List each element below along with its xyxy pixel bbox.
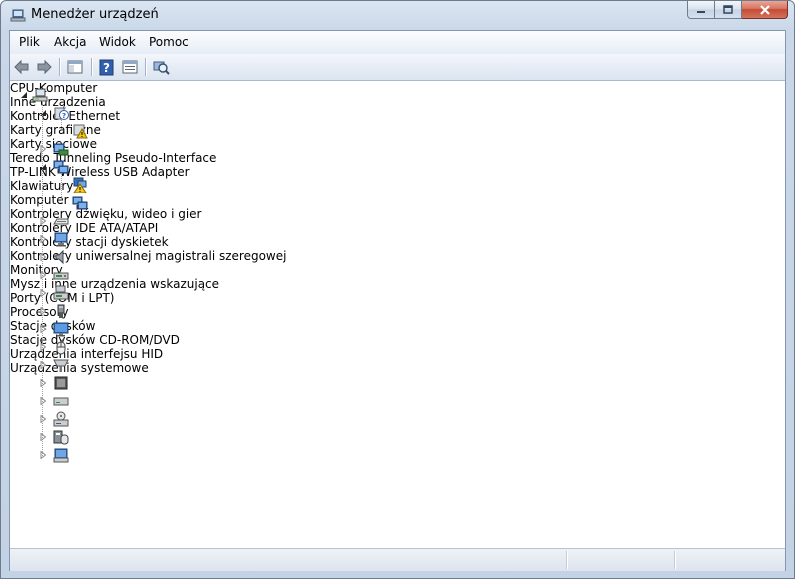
- scan-hardware-icon[interactable]: [152, 58, 170, 76]
- tree-category-node[interactable]: Karty sieciowe: [10, 137, 785, 174]
- device-tree: CPU-Komputer? Inne urządzenia Kontroler Et…: [10, 81, 785, 548]
- tree-device-node[interactable]: Teredo Tunneling Pseudo-Interface: [10, 151, 785, 193]
- tree-category-node[interactable]: Karty graficzne: [10, 123, 785, 156]
- tree-device-node[interactable]: Kontroler Ethernet: [10, 109, 785, 139]
- expand-arrow-icon[interactable]: [39, 343, 47, 351]
- expand-arrow-icon[interactable]: [39, 271, 47, 279]
- keyboard-icon: [53, 218, 69, 225]
- help-icon[interactable]: ?: [98, 58, 116, 76]
- tree-connector-line: [61, 173, 62, 203]
- maximize-icon: [723, 5, 733, 14]
- expand-arrow-icon[interactable]: [39, 235, 47, 243]
- port-icon: [53, 359, 69, 372]
- tree-category-node[interactable]: Kontrolery IDE ATA/ATAPI: [10, 221, 785, 280]
- tree-node-label[interactable]: Kontrolery IDE ATA/ATAPI: [10, 221, 158, 235]
- tree-category-node[interactable]: Porty (COM i LPT): [10, 291, 785, 372]
- mouse-icon: [56, 339, 66, 355]
- root-icon: [32, 88, 48, 102]
- tree-category-node[interactable]: Stacje dysków: [10, 319, 785, 406]
- expand-arrow-icon[interactable]: [39, 307, 47, 315]
- show-hide-console-tree-icon[interactable]: [66, 58, 84, 76]
- tree-node-label[interactable]: TP-LINK Wireless USB Adapter: [10, 165, 190, 179]
- display-adapter-icon: [53, 143, 69, 156]
- device-manager-window: Menedżer urządzeń Plik Akcja Widok Pomoc: [0, 0, 795, 579]
- disk-drive-icon: [53, 397, 69, 406]
- device-manager-icon: [10, 9, 26, 22]
- tree-root-node[interactable]: CPU-Komputer: [10, 81, 785, 102]
- collapse-arrow-icon[interactable]: [20, 91, 28, 99]
- expand-arrow-icon[interactable]: [39, 217, 47, 225]
- minimize-icon: [697, 10, 705, 13]
- title-bar[interactable]: Menedżer urządzeń: [1, 1, 794, 29]
- tree-node-label[interactable]: Urządzenia systemowe: [10, 361, 149, 375]
- warning-network-icon: [73, 177, 87, 193]
- toolbar: ?: [10, 54, 785, 81]
- svg-text:?: ?: [103, 61, 110, 75]
- system-device-icon: [53, 448, 69, 463]
- tree-category-node[interactable]: Monitory: [10, 263, 785, 337]
- tree-node-label[interactable]: Urządzenia interfejsu HID: [10, 347, 163, 361]
- processor-icon: [54, 376, 68, 390]
- client-area: Plik Akcja Widok Pomoc ? CPU-Komputer ? …: [9, 30, 786, 571]
- expand-arrow-icon[interactable]: [39, 379, 47, 387]
- hid-device-icon: [53, 430, 69, 445]
- menu-widok[interactable]: Widok: [99, 35, 136, 49]
- tree-category-node[interactable]: Kontrolery dźwięku, wideo i gier: [10, 207, 785, 265]
- expand-arrow-icon[interactable]: [39, 361, 47, 369]
- menu-akcja[interactable]: Akcja: [54, 35, 86, 49]
- close-button[interactable]: [742, 1, 788, 19]
- tree-category-node[interactable]: Kontrolery uniwersalnej magistrali szere…: [10, 249, 785, 318]
- tree-node-label[interactable]: Kontrolery stacji dyskietek: [10, 235, 169, 249]
- expand-arrow-icon[interactable]: [39, 145, 47, 153]
- expand-arrow-icon[interactable]: [39, 415, 47, 423]
- tree-root-connector-line: [42, 102, 43, 456]
- collapse-arrow-icon[interactable]: [39, 163, 47, 171]
- tree-device-node[interactable]: TP-LINK Wireless USB Adapter: [10, 165, 785, 210]
- monitor-icon: [53, 322, 69, 337]
- properties-icon[interactable]: [121, 58, 139, 76]
- network-adapter-icon: [72, 196, 88, 210]
- expand-arrow-icon[interactable]: [39, 451, 47, 459]
- menu-bar: Plik Akcja Widok Pomoc: [10, 31, 785, 55]
- maximize-button[interactable]: [715, 1, 742, 19]
- forward-arrow-icon[interactable]: [35, 58, 53, 76]
- tree-category-node[interactable]: Urządzenia systemowe: [10, 361, 785, 463]
- tree-connector-line: [61, 119, 62, 131]
- back-arrow-icon[interactable]: [13, 58, 31, 76]
- expand-arrow-icon[interactable]: [39, 433, 47, 441]
- tree-category-node[interactable]: Komputer: [10, 193, 785, 247]
- tree-category-node[interactable]: Klawiatury: [10, 179, 785, 225]
- cdrom-drive-icon: [53, 411, 69, 427]
- status-bar: [10, 548, 785, 571]
- expand-arrow-icon[interactable]: [39, 253, 47, 261]
- menu-plik[interactable]: Plik: [19, 35, 40, 49]
- tree-category-node[interactable]: Procesory: [10, 305, 785, 390]
- expand-arrow-icon[interactable]: [39, 289, 47, 297]
- usb-controller-icon: [57, 304, 65, 318]
- tree-category-node[interactable]: Kontrolery stacji dyskietek: [10, 235, 785, 300]
- svg-text:?: ?: [62, 112, 66, 120]
- tree-category-node[interactable]: Stacje dysków CD-ROM/DVD: [10, 333, 785, 427]
- collapse-arrow-icon[interactable]: [39, 109, 47, 117]
- computer-icon: [54, 232, 68, 247]
- floppy-controller-icon: [53, 285, 69, 300]
- menu-pomoc[interactable]: Pomoc: [149, 35, 189, 49]
- tree-node-label[interactable]: Komputer: [10, 193, 69, 207]
- expand-arrow-icon[interactable]: [39, 397, 47, 405]
- ide-controller-icon: [53, 272, 69, 280]
- expand-arrow-icon[interactable]: [39, 325, 47, 333]
- tree-category-node[interactable]: Urządzenia interfejsu HID: [10, 347, 785, 445]
- tree-node-label[interactable]: Kontrolery uniwersalnej magistrali szere…: [10, 249, 286, 263]
- tree-category-node[interactable]: ? Inne urządzenia: [10, 95, 785, 120]
- window-title: Menedżer urządzeń: [31, 7, 159, 22]
- speaker-icon: [55, 249, 64, 265]
- warning-device-icon: [73, 124, 88, 139]
- close-icon: [759, 4, 770, 15]
- minimize-button[interactable]: [687, 1, 715, 19]
- tree-node-label[interactable]: Stacje dysków CD-ROM/DVD: [10, 333, 180, 347]
- tree-category-node[interactable]: Mysz i inne urządzenia wskazujące: [10, 277, 785, 355]
